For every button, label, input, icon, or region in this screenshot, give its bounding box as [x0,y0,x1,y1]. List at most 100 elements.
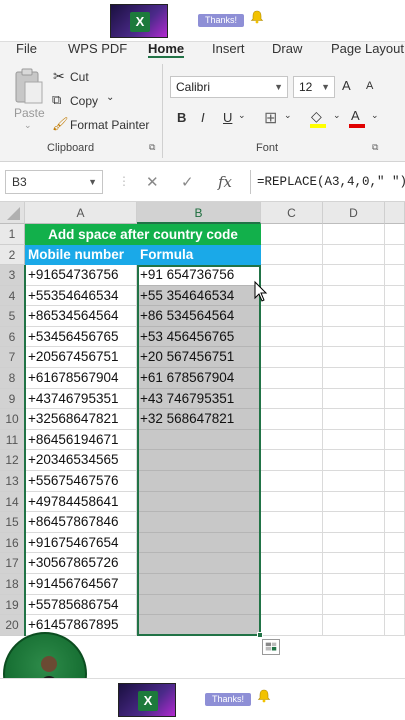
grid-cell[interactable] [261,450,323,471]
grid-cell[interactable] [323,512,385,533]
insert-function-button[interactable]: fx [218,173,232,191]
grid-cell[interactable] [261,265,323,286]
grid-cell[interactable] [385,368,405,389]
formula-cell[interactable]: +32 568647821 [137,409,261,430]
quick-analysis-icon[interactable] [262,639,280,655]
formula-cell[interactable]: +43 746795351 [137,388,261,410]
copy-icon[interactable]: ⧉ [52,92,61,108]
grid-cell[interactable] [261,491,323,513]
tab-file[interactable]: File [16,42,37,56]
formula-cell[interactable]: +20 567456751 [137,347,261,368]
row-header[interactable]: 15 [0,512,25,533]
formula-cell[interactable] [137,471,261,492]
grid-cell[interactable] [323,409,385,430]
thanks-button[interactable]: Thanks! [205,693,251,706]
grid-cell[interactable] [385,574,405,595]
mobile-number-cell[interactable]: +61678567904 [25,368,137,389]
grid-cell[interactable] [323,388,385,410]
clipboard-launcher-icon[interactable]: ⧉ [149,142,155,153]
mobile-number-cell[interactable]: +32568647821 [25,409,137,430]
borders-dropdown-icon[interactable]: ⌄ [284,110,292,121]
header-formula[interactable]: Formula [137,245,261,265]
fill-handle[interactable] [257,632,263,638]
grid-cell[interactable] [385,512,405,533]
thanks-button[interactable]: Thanks! [198,14,244,27]
grid-cell[interactable] [385,388,405,410]
grid-cell[interactable] [261,368,323,389]
formula-cell[interactable] [137,429,261,451]
tab-page-layout[interactable]: Page Layout [331,42,404,56]
grid-cell[interactable] [261,512,323,533]
font-color-dropdown-icon[interactable]: ⌄ [371,110,379,121]
mobile-number-cell[interactable]: +91654736756 [25,265,137,286]
format-painter-icon[interactable]: 🖌 [52,116,69,132]
borders-icon[interactable]: ⊞ [264,108,277,128]
italic-button[interactable]: I [201,110,205,125]
grid-cell[interactable] [323,471,385,492]
row-header[interactable]: 18 [0,574,25,595]
mobile-number-cell[interactable]: +86534564564 [25,306,137,327]
worksheet-grid[interactable]: A B C D Add space after country code Mob… [0,202,405,678]
paste-icon[interactable] [13,68,45,106]
grid-cell[interactable] [261,224,323,245]
grid-cell[interactable] [385,326,405,348]
grid-cell[interactable] [261,574,323,595]
bell-icon[interactable] [257,689,271,703]
mobile-number-cell[interactable]: +55785686754 [25,594,137,616]
grid-cell[interactable] [385,409,405,430]
grid-cell[interactable] [261,532,323,554]
mobile-number-cell[interactable]: +30567865726 [25,553,137,574]
grid-cell[interactable] [323,553,385,574]
grid-cell[interactable] [323,306,385,327]
format-painter-button[interactable]: Format Painter [70,118,149,132]
grid-cell[interactable] [261,326,323,348]
mobile-number-cell[interactable]: +20567456751 [25,347,137,368]
bold-button[interactable]: B [177,110,186,125]
underline-button[interactable]: U [223,110,232,125]
column-header-a[interactable]: A [25,202,137,224]
row-header[interactable]: 14 [0,491,25,513]
formula-cell[interactable] [137,615,261,636]
mobile-number-cell[interactable]: +49784458641 [25,491,137,513]
header-mobile-number[interactable]: Mobile number [25,245,137,265]
row-header[interactable]: 2 [0,245,25,265]
grid-cell[interactable] [261,429,323,451]
fill-color-icon[interactable]: ◇ [311,108,322,125]
grid-cell[interactable] [385,471,405,492]
underline-dropdown-icon[interactable]: ⌄ [238,110,246,121]
grid-cell[interactable] [261,245,323,265]
enter-icon[interactable]: ✓ [181,173,194,191]
copy-dropdown-icon[interactable]: ⌄ [106,92,114,103]
formula-input[interactable]: =REPLACE(A3,4,0," ") [250,170,405,194]
grid-cell[interactable] [323,285,385,307]
cancel-icon[interactable]: ✕ [146,173,159,191]
mobile-number-cell[interactable]: +55354646534 [25,285,137,307]
row-header[interactable]: 10 [0,409,25,430]
column-header-d[interactable]: D [323,202,385,224]
font-size-select[interactable]: 12 ▼ [293,76,335,98]
row-header[interactable]: 9 [0,388,25,410]
row-header[interactable]: 20 [0,615,25,636]
grid-cell[interactable] [261,553,323,574]
row-header[interactable]: 3 [0,265,25,286]
mobile-number-cell[interactable]: +91675467654 [25,532,137,554]
formula-cell[interactable]: +61 678567904 [137,368,261,389]
row-header[interactable]: 5 [0,306,25,327]
grid-cell[interactable] [323,224,385,245]
grid-cell[interactable] [261,347,323,368]
grid-cell[interactable] [261,409,323,430]
cut-icon[interactable]: ✂ [53,68,65,85]
column-header-b[interactable]: B [137,202,261,224]
grid-cell[interactable] [385,594,405,616]
row-header[interactable]: 4 [0,285,25,307]
grid-cell[interactable] [261,285,323,307]
paste-label[interactable]: Paste [14,106,45,120]
grid-cell[interactable] [261,388,323,410]
grid-cell[interactable] [385,450,405,471]
grid-cell[interactable] [385,224,405,245]
column-header-c[interactable]: C [261,202,323,224]
tab-draw[interactable]: Draw [272,42,302,56]
tab-home[interactable]: Home [148,42,185,59]
grid-cell[interactable] [323,265,385,286]
grid-cell[interactable] [323,594,385,616]
